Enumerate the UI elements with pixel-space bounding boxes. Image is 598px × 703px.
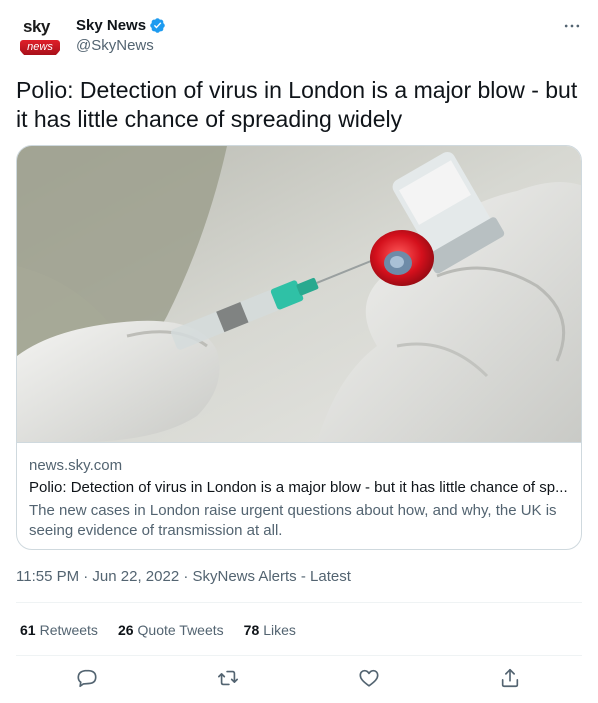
tweet-timestamp[interactable]: 11:55 PM · Jun 22, 2022 · SkyNews Alerts… (16, 568, 351, 585)
display-name[interactable]: Sky News (76, 17, 146, 34)
link-card[interactable]: news.sky.com Polio: Detection of virus i… (16, 145, 582, 550)
verified-icon (150, 17, 165, 33)
retweets-label: Retweets (39, 622, 98, 638)
more-icon[interactable] (562, 16, 582, 36)
card-description: The new cases in London raise urgent que… (29, 502, 557, 539)
divider-bottom (16, 655, 582, 656)
avatar-sky-wordmark: sky (23, 17, 50, 36)
author-block[interactable]: Sky News @SkyNews (76, 15, 166, 54)
likes-label: Likes (263, 622, 296, 638)
retweets-stat[interactable]: 61 Retweets (20, 622, 98, 638)
divider-top (16, 602, 582, 603)
card-title[interactable]: Polio: Detection of virus in London is a… (29, 479, 571, 496)
like-icon (359, 669, 379, 687)
retweets-count: 61 (20, 622, 36, 638)
tweet[interactable]: sky news Sky News @SkyNews Polio: Detect… (0, 0, 598, 703)
card-image[interactable] (17, 146, 582, 442)
likes-count: 78 (243, 622, 260, 638)
action-bar (0, 667, 598, 693)
reply-icon (77, 669, 97, 688)
retweet-icon (218, 670, 238, 686)
quotes-label: Quote Tweets (137, 622, 224, 638)
share-button[interactable] (499, 667, 523, 691)
card-body[interactable]: news.sky.com Polio: Detection of virus i… (17, 442, 581, 549)
card-domain: news.sky.com (29, 457, 123, 474)
quotes-count: 26 (117, 622, 134, 638)
share-icon (501, 668, 519, 688)
avatar-news-badge: news (20, 40, 60, 55)
likes-stat[interactable]: 78 Likes (244, 622, 296, 638)
engagement-stats: 61 Retweets 26 Quote Tweets 78 Likes (20, 622, 316, 638)
handle[interactable]: @SkyNews (76, 37, 166, 54)
quotes-stat[interactable]: 26 Quote Tweets (118, 622, 224, 638)
reply-button[interactable] (76, 667, 100, 691)
avatar[interactable]: sky news (16, 13, 64, 61)
retweet-button[interactable] (217, 667, 241, 691)
tweet-text: Polio: Detection of virus in London is a… (16, 77, 578, 132)
like-button[interactable] (358, 667, 382, 691)
